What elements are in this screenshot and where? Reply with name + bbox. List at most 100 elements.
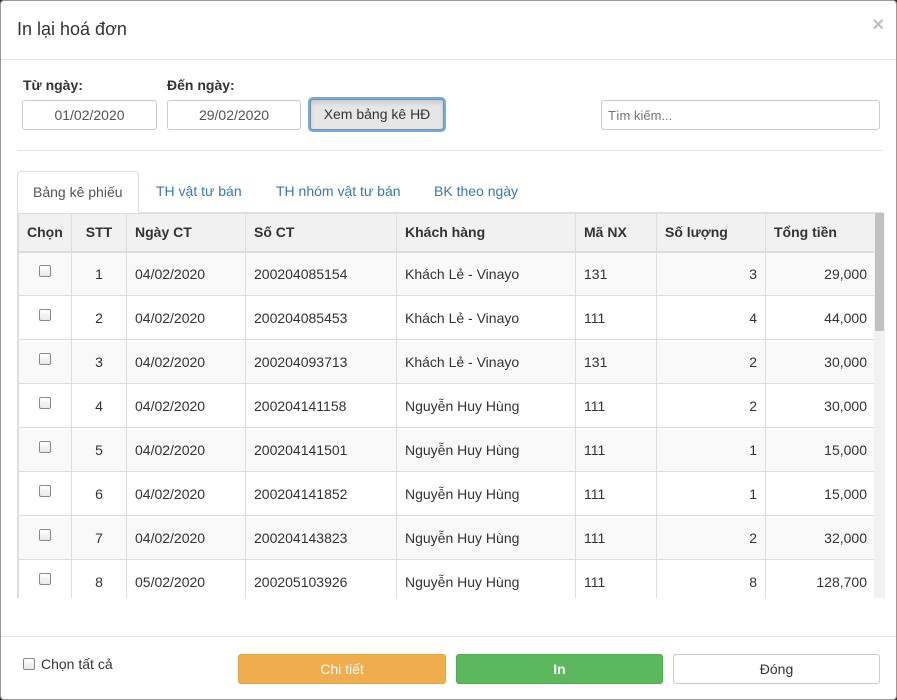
col-header-customer[interactable]: Khách hàng [396, 213, 576, 253]
table-row[interactable]: 2 04/02/2020 200204085453 Khách Lẻ - Vinayo… [18, 295, 876, 340]
cell-so-ct: 200204141852 [245, 471, 397, 516]
cell-qty: 8 [656, 559, 766, 598]
close-icon[interactable]: × [872, 15, 884, 35]
cell-date: 04/02/2020 [126, 471, 246, 516]
table-row[interactable]: 5 04/02/2020 200204141501 Nguyễn Huy Hùng 11… [18, 427, 876, 472]
cell-customer: Khách Lẻ - Vinayo [396, 251, 576, 296]
cell-customer: Nguyễn Huy Hùng [396, 515, 576, 560]
row-checkbox-cell[interactable] [18, 383, 72, 428]
row-checkbox-cell[interactable] [18, 427, 72, 472]
cell-so-ct: 200204141501 [245, 427, 397, 472]
tab-th-vat-tu-ban[interactable]: TH vật tư bán [141, 171, 257, 213]
cell-ma-nx: 131 [575, 251, 657, 296]
cell-total: 32,000 [765, 515, 876, 560]
cell-so-ct: 200204143823 [245, 515, 397, 560]
cell-so-ct: 200204141158 [245, 383, 397, 428]
cell-customer: Nguyễn Huy Hùng [396, 427, 576, 472]
row-checkbox-cell[interactable] [18, 559, 72, 598]
cell-total: 30,000 [765, 383, 876, 428]
cell-date: 04/02/2020 [126, 515, 246, 560]
col-header-select[interactable]: Chọn [18, 213, 72, 253]
cell-date: 04/02/2020 [126, 295, 246, 340]
print-button[interactable]: In [456, 654, 663, 684]
cell-stt: 6 [71, 471, 127, 516]
filter-row: Từ ngày: 01/02/2020 Đến ngày: 29/02/2020… [1, 75, 896, 135]
cell-stt: 3 [71, 339, 127, 384]
cell-ma-nx: 131 [575, 339, 657, 384]
vertical-scrollbar[interactable] [874, 213, 885, 598]
table-row[interactable]: 3 04/02/2020 200204093713 Khách Lẻ - Vinayo… [18, 339, 876, 384]
table-row[interactable]: 6 04/02/2020 200204141852 Nguyễn Huy Hùng 11… [18, 471, 876, 516]
cell-customer: Nguyễn Huy Hùng [396, 383, 576, 428]
cell-so-ct: 200205103926 [245, 559, 397, 598]
tab-bk-theo-ngay[interactable]: BK theo ngày [419, 171, 533, 213]
table-row[interactable]: 7 04/02/2020 200204143823 Nguyễn Huy Hùng 11… [18, 515, 876, 560]
invoice-grid: Chọn STT Ngày CT Số CT Khách hàng Mã NX … [17, 213, 885, 598]
col-header-date[interactable]: Ngày CT [126, 213, 246, 253]
cell-customer: Nguyễn Huy Hùng [396, 559, 576, 598]
col-header-qty[interactable]: Số lượng [656, 213, 766, 253]
cell-stt: 7 [71, 515, 127, 560]
view-invoice-list-button[interactable]: Xem bảng kê HĐ [310, 99, 444, 130]
row-checkbox-cell[interactable] [18, 339, 72, 384]
to-date-label: Đến ngày: [167, 77, 235, 93]
cell-qty: 3 [656, 251, 766, 296]
scrollbar-thumb[interactable] [875, 213, 884, 331]
invoice-table: Chọn STT Ngày CT Số CT Khách hàng Mã NX … [18, 213, 876, 598]
modal-header: In lại hoá đơn × [1, 1, 896, 60]
cell-so-ct: 200204085154 [245, 251, 397, 296]
tab-th-nhom-vat-tu-ban[interactable]: TH nhóm vật tư bán [261, 171, 416, 213]
row-checkbox[interactable] [39, 265, 51, 278]
row-checkbox[interactable] [39, 484, 51, 497]
cell-stt: 1 [71, 251, 127, 296]
table-header-row: Chọn STT Ngày CT Số CT Khách hàng Mã NX … [18, 213, 876, 253]
tab-bar: Bảng kê phiếu TH vật tư bán TH nhóm vật … [17, 171, 883, 214]
cell-total: 44,000 [765, 295, 876, 340]
cell-total: 128,700 [765, 559, 876, 598]
close-button[interactable]: Đóng [673, 654, 880, 684]
divider [17, 150, 883, 151]
modal-title: In lại hoá đơn [17, 19, 127, 39]
row-checkbox[interactable] [39, 572, 51, 585]
to-date-input[interactable]: 29/02/2020 [167, 100, 301, 130]
detail-button[interactable]: Chi tiết [238, 654, 446, 684]
cell-so-ct: 200204085453 [245, 295, 397, 340]
select-all-control[interactable]: Chọn tất cả [23, 656, 113, 672]
row-checkbox[interactable] [39, 352, 51, 365]
search-input[interactable] [601, 100, 880, 130]
cell-total: 29,000 [765, 251, 876, 296]
col-header-ma-nx[interactable]: Mã NX [575, 213, 657, 253]
cell-stt: 5 [71, 427, 127, 472]
col-header-total[interactable]: Tổng tiền [765, 213, 876, 253]
row-checkbox[interactable] [39, 396, 51, 409]
col-header-stt[interactable]: STT [71, 213, 127, 253]
row-checkbox[interactable] [39, 308, 51, 321]
row-checkbox-cell[interactable] [18, 295, 72, 340]
cell-ma-nx: 111 [575, 383, 657, 428]
table-row[interactable]: 4 04/02/2020 200204141158 Nguyễn Huy Hùng 11… [18, 383, 876, 428]
cell-ma-nx: 111 [575, 515, 657, 560]
row-checkbox-cell[interactable] [18, 471, 72, 516]
cell-date: 04/02/2020 [126, 427, 246, 472]
table-row[interactable]: 1 04/02/2020 200204085154 Khách Lẻ - Vinayo… [18, 251, 876, 296]
row-checkbox[interactable] [39, 528, 51, 541]
row-checkbox[interactable] [39, 440, 51, 453]
cell-customer: Khách Lẻ - Vinayo [396, 339, 576, 384]
row-checkbox-cell[interactable] [18, 251, 72, 296]
select-all-checkbox[interactable] [23, 657, 35, 670]
tab-bang-ke-phieu[interactable]: Bảng kê phiếu [17, 171, 139, 214]
row-checkbox-cell[interactable] [18, 515, 72, 560]
reprint-invoice-dialog: In lại hoá đơn × Từ ngày: 01/02/2020 Đến… [0, 0, 897, 700]
col-header-so-ct[interactable]: Số CT [245, 213, 397, 253]
cell-date: 05/02/2020 [126, 559, 246, 598]
cell-so-ct: 200204093713 [245, 339, 397, 384]
cell-qty: 2 [656, 515, 766, 560]
table-row[interactable]: 8 05/02/2020 200205103926 Nguyễn Huy Hùng 11… [18, 559, 876, 598]
cell-qty: 2 [656, 339, 766, 384]
cell-stt: 2 [71, 295, 127, 340]
modal-footer: Chọn tất cả Chi tiết In Đóng [1, 636, 896, 699]
cell-total: 30,000 [765, 339, 876, 384]
from-date-input[interactable]: 01/02/2020 [22, 100, 157, 130]
cell-ma-nx: 111 [575, 427, 657, 472]
cell-date: 04/02/2020 [126, 383, 246, 428]
